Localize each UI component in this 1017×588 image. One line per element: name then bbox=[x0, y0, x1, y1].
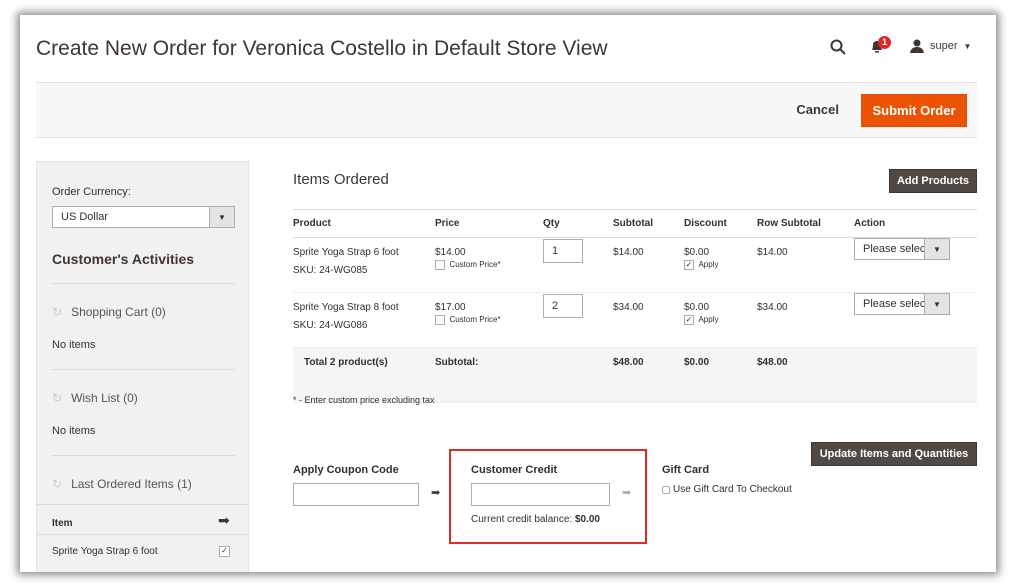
chevron-down-icon: ▼ bbox=[209, 207, 234, 227]
coupon-input[interactable] bbox=[293, 483, 419, 506]
total-discount: $0.00 bbox=[684, 347, 757, 403]
items-ordered-title: Items Ordered bbox=[293, 171, 389, 188]
section-title: Shopping Cart (0) bbox=[71, 305, 166, 319]
add-products-button[interactable]: Add Products bbox=[889, 169, 977, 193]
apply-credit-arrow-icon[interactable]: ➡ bbox=[622, 486, 631, 499]
submit-order-button[interactable]: Submit Order bbox=[861, 94, 967, 127]
refresh-icon: ↻ bbox=[52, 305, 63, 319]
sidebar: Order Currency: US Dollar ▼ Customer's Ac… bbox=[36, 161, 249, 572]
qty-input[interactable]: 1 bbox=[543, 239, 583, 263]
product-name: Sprite Yoga Strap 6 foot bbox=[293, 247, 399, 258]
action-value: Please select bbox=[863, 243, 925, 255]
divider bbox=[52, 369, 235, 370]
credit-balance: Current credit balance: $0.00 bbox=[471, 514, 600, 525]
empty-text: No items bbox=[52, 425, 96, 437]
currency-select[interactable]: US Dollar ▼ bbox=[52, 206, 235, 228]
discount: $0.00 bbox=[684, 302, 710, 313]
action-value: Please select bbox=[863, 298, 925, 310]
apply-label: Apply bbox=[698, 260, 719, 270]
divider bbox=[52, 455, 235, 456]
last-ordered-section[interactable]: ↻ Last Ordered Items (1) bbox=[52, 477, 192, 491]
price: $14.00 bbox=[435, 247, 466, 258]
column-header: Price bbox=[435, 209, 543, 238]
coupon-label: Apply Coupon Code bbox=[293, 464, 399, 476]
item-column-header: Item bbox=[52, 518, 73, 529]
table-row: Sprite Yoga Strap 8 foot SKU: 24-WG086 $1… bbox=[293, 292, 977, 348]
product-sku: SKU: 24-WG086 bbox=[293, 320, 368, 331]
subtotal: $34.00 bbox=[613, 292, 684, 348]
column-header: Subtotal bbox=[613, 209, 684, 238]
gift-card-option[interactable]: Use Gift Card To Checkout bbox=[662, 484, 792, 495]
notifications-button[interactable]: 1 bbox=[870, 36, 891, 58]
credit-label: Customer Credit bbox=[471, 464, 558, 476]
credit-balance-label: Current credit balance: bbox=[471, 514, 573, 525]
column-header: Qty bbox=[543, 209, 613, 238]
apply-coupon-arrow-icon[interactable]: ➡ bbox=[431, 486, 440, 499]
currency-value: US Dollar bbox=[61, 211, 109, 223]
divider bbox=[37, 534, 248, 535]
apply-discount-checkbox[interactable]: ✓ bbox=[684, 260, 694, 270]
cancel-button[interactable]: Cancel bbox=[796, 102, 839, 117]
arrow-right-icon[interactable]: ➡ bbox=[218, 512, 230, 529]
action-bar: Cancel Submit Order bbox=[36, 82, 977, 138]
table-row: Sprite Yoga Strap 6 foot SKU: 24-WG085 $1… bbox=[293, 237, 977, 293]
chevron-down-icon: ▼ bbox=[924, 239, 949, 259]
refresh-icon: ↻ bbox=[52, 391, 63, 405]
section-title: Wish List (0) bbox=[71, 391, 138, 405]
custom-price-note: * - Enter custom price excluding tax bbox=[293, 395, 435, 405]
column-header: Action bbox=[854, 209, 977, 238]
product-name: Sprite Yoga Strap 8 foot bbox=[293, 302, 399, 313]
user-menu[interactable]: super ▼ bbox=[910, 39, 971, 53]
action-select[interactable]: Please select ▼ bbox=[854, 293, 950, 315]
app-window: Create New Order for Veronica Costello i… bbox=[20, 15, 996, 572]
page-title: Create New Order for Veronica Costello i… bbox=[36, 37, 608, 60]
update-items-button[interactable]: Update Items and Quantities bbox=[811, 442, 977, 466]
caret-down-icon: ▼ bbox=[963, 41, 972, 51]
gift-card-checkbox[interactable] bbox=[662, 485, 670, 494]
apply-discount-checkbox[interactable]: ✓ bbox=[684, 315, 694, 325]
activities-title: Customer's Activities bbox=[52, 251, 195, 267]
subtotal-label: Subtotal: bbox=[435, 347, 543, 403]
last-ordered-item-checkbox[interactable]: ✓ bbox=[219, 546, 230, 557]
empty-text: No items bbox=[52, 339, 96, 351]
items-table: Product Price Qty Subtotal Discount Row … bbox=[293, 209, 977, 403]
shopping-cart-section[interactable]: ↻ Shopping Cart (0) bbox=[52, 305, 166, 319]
subtotal: $14.00 bbox=[613, 237, 684, 293]
column-header: Product bbox=[293, 209, 435, 238]
section-title: Last Ordered Items (1) bbox=[71, 477, 192, 491]
credit-balance-value: $0.00 bbox=[574, 514, 600, 525]
custom-price-checkbox[interactable] bbox=[435, 260, 445, 270]
column-header: Discount bbox=[684, 209, 757, 238]
gift-card-label: Gift Card bbox=[662, 464, 710, 476]
search-icon[interactable] bbox=[830, 39, 846, 55]
chevron-down-icon: ▼ bbox=[924, 294, 949, 314]
custom-price-checkbox[interactable] bbox=[435, 315, 445, 325]
credit-input[interactable] bbox=[471, 483, 610, 506]
apply-label: Apply bbox=[698, 315, 719, 325]
price: $17.00 bbox=[435, 302, 466, 313]
gift-card-checkbox-label: Use Gift Card To Checkout bbox=[673, 484, 792, 495]
row-subtotal: $14.00 bbox=[757, 237, 854, 293]
action-select[interactable]: Please select ▼ bbox=[854, 238, 950, 260]
custom-price-label: Custom Price* bbox=[449, 315, 501, 325]
divider bbox=[37, 504, 248, 505]
total-row-subtotal: $48.00 bbox=[757, 347, 854, 403]
discount: $0.00 bbox=[684, 247, 710, 258]
column-header: Row Subtotal bbox=[757, 209, 854, 238]
user-icon bbox=[910, 39, 924, 53]
notification-badge: 1 bbox=[878, 36, 891, 49]
qty-input[interactable]: 2 bbox=[543, 294, 583, 318]
last-ordered-item-name: Sprite Yoga Strap 6 foot bbox=[52, 546, 158, 557]
wish-list-section[interactable]: ↻ Wish List (0) bbox=[52, 391, 138, 405]
currency-label: Order Currency: bbox=[52, 186, 131, 198]
product-sku: SKU: 24-WG085 bbox=[293, 265, 368, 276]
row-subtotal: $34.00 bbox=[757, 292, 854, 348]
username: super bbox=[930, 40, 958, 52]
total-subtotal: $48.00 bbox=[613, 347, 684, 403]
divider bbox=[52, 283, 235, 284]
custom-price-label: Custom Price* bbox=[449, 260, 501, 270]
refresh-icon: ↻ bbox=[52, 477, 63, 491]
